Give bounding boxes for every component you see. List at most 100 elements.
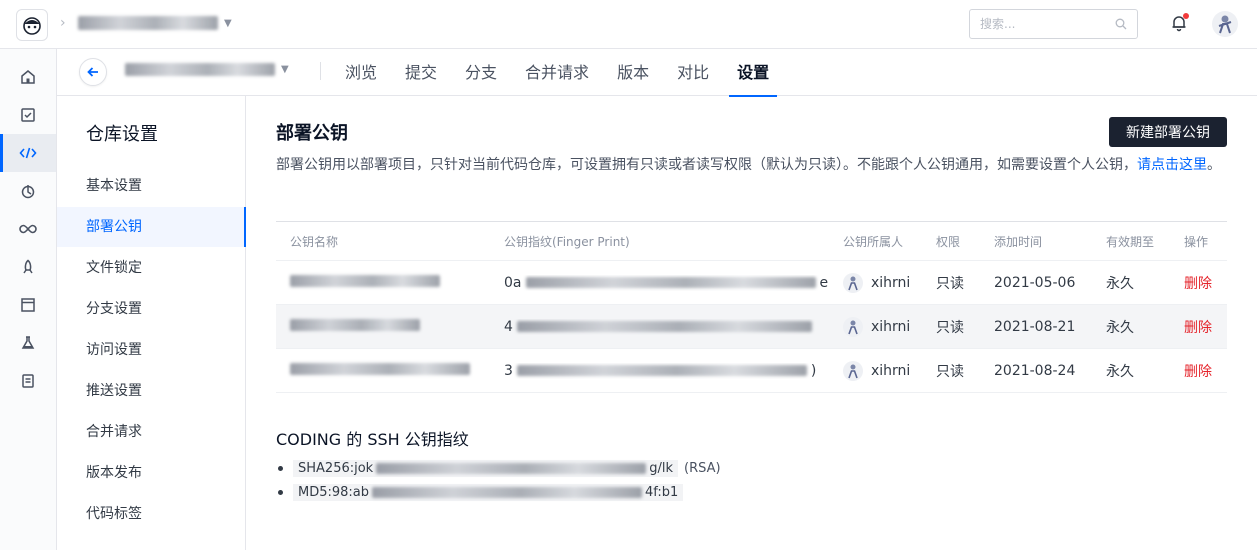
col-header-added: 添加时间	[994, 234, 1043, 249]
nav-tasks[interactable]	[0, 96, 56, 134]
sidebar-item-branch[interactable]: 分支设置	[57, 289, 245, 329]
sidebar-item-deploy-keys[interactable]: 部署公钥	[57, 207, 246, 247]
list-item: SHA256:jok g/lk (RSA)	[276, 456, 721, 480]
sha256-fingerprint: SHA256:jok g/lk	[293, 459, 678, 477]
tab-compare[interactable]: 对比	[669, 49, 717, 96]
sidebar-title: 仓库设置	[86, 124, 158, 145]
tab-commits[interactable]: 提交	[397, 49, 445, 96]
page-description: 部署公钥用以部署项目，只针对当前代码仓库，可设置拥有只读或者读写权限（默认为只读…	[276, 153, 1221, 177]
key-expires: 永久	[1106, 319, 1134, 336]
nav-wiki[interactable]	[0, 362, 56, 400]
sidebar-item-file-lock[interactable]: 文件锁定	[57, 248, 245, 288]
owner-avatar	[843, 272, 863, 293]
artifact-icon	[21, 298, 35, 312]
top-bar: › ▼	[0, 0, 1257, 49]
sidebar-item-release[interactable]: 版本发布	[57, 453, 245, 493]
key-permission: 只读	[936, 275, 964, 292]
key-owner: xihrni	[843, 360, 936, 381]
delete-link[interactable]: 删除	[1184, 364, 1212, 380]
sidebar-item-tags[interactable]: 代码标签	[57, 494, 245, 534]
owner-avatar	[843, 360, 863, 381]
arrow-left-icon	[87, 67, 98, 77]
notification-dot	[1183, 13, 1189, 19]
nav-code[interactable]	[0, 134, 56, 172]
sidebar-item-basic[interactable]: 基本设置	[57, 166, 245, 206]
deploy-keys-table: 公钥名称 公钥指纹(Finger Print) 公钥所属人 权限 添加时间 有效…	[276, 221, 1227, 393]
ssh-fingerprint-list: SHA256:jok g/lk (RSA) MD5:98:ab 4f:b1	[276, 456, 721, 504]
nav-deploy[interactable]	[0, 248, 56, 286]
sidebar-item-push[interactable]: 推送设置	[57, 371, 245, 411]
bullet	[278, 465, 283, 471]
notification-bell[interactable]	[1170, 13, 1189, 36]
delete-link[interactable]: 删除	[1184, 276, 1212, 292]
nav-home[interactable]	[0, 58, 56, 96]
tab-merge-requests[interactable]: 合并请求	[517, 49, 597, 96]
sidebar-item-access[interactable]: 访问设置	[57, 330, 245, 370]
delete-link[interactable]: 删除	[1184, 320, 1212, 336]
key-name	[276, 362, 504, 379]
main-content: 部署公钥 新建部署公钥 部署公钥用以部署项目，只针对当前代码仓库，可设置拥有只读…	[246, 96, 1257, 550]
repo-switcher[interactable]: ▼	[125, 63, 289, 76]
test-icon	[21, 336, 35, 349]
pipeline-icon	[21, 185, 35, 199]
col-header-owner: 公钥所属人	[843, 234, 904, 249]
table-row: 3) xihrni 只读 2021-08-24 永久 删除	[276, 349, 1227, 393]
fingerprint-redacted	[516, 365, 807, 376]
nav-pipeline[interactable]	[0, 172, 56, 210]
personal-key-link[interactable]: 请点击这里	[1137, 157, 1207, 173]
deploy-icon	[23, 259, 33, 274]
key-fingerprint: 4	[504, 319, 843, 335]
key-name-redacted	[290, 318, 420, 331]
table-header: 公钥名称 公钥指纹(Finger Print) 公钥所属人 权限 添加时间 有效…	[276, 222, 1227, 261]
fingerprint-redacted	[525, 277, 816, 288]
wiki-icon	[22, 374, 34, 388]
col-header-name: 公钥名称	[290, 234, 339, 249]
ssh-fingerprint-title: CODING 的 SSH 公钥指纹	[276, 430, 469, 449]
project-switcher[interactable]: ▼	[78, 13, 232, 33]
infinity-icon	[19, 224, 37, 234]
repo-tabs: 浏览 提交 分支 合并请求 版本 对比 设置	[337, 49, 789, 97]
user-avatar[interactable]	[1212, 11, 1238, 37]
divider	[320, 62, 321, 80]
description-text: 部署公钥用以部署项目，只针对当前代码仓库，可设置拥有只读或者读写权限（默认为只读…	[276, 157, 1137, 173]
fingerprint-redacted	[516, 321, 812, 332]
key-fingerprint: 0a e	[504, 274, 829, 291]
new-deploy-key-button[interactable]: 新建部署公钥	[1109, 117, 1227, 147]
project-name-redacted	[78, 16, 218, 30]
key-type-note: (RSA)	[684, 460, 721, 476]
search-input[interactable]	[980, 17, 1100, 31]
key-owner: xihrni	[843, 316, 936, 337]
table-row: 0a e xihrni 只读 2021-05-06 永久 删除	[276, 261, 1227, 305]
md5-fingerprint: MD5:98:ab 4f:b1	[293, 483, 684, 501]
list-item: MD5:98:ab 4f:b1	[276, 480, 721, 504]
nav-devops[interactable]	[0, 210, 56, 248]
key-name-redacted	[290, 362, 470, 375]
back-button[interactable]	[79, 58, 107, 86]
key-expires: 永久	[1106, 363, 1134, 380]
repo-header: ▼ 浏览 提交 分支 合并请求 版本 对比 设置	[57, 49, 1257, 97]
col-header-permission: 权限	[936, 234, 961, 249]
bullet	[278, 489, 283, 495]
search-box[interactable]	[969, 9, 1138, 39]
nav-artifacts[interactable]	[0, 286, 56, 324]
col-header-action: 操作	[1184, 234, 1209, 249]
owner-avatar	[843, 316, 863, 337]
tab-branches[interactable]: 分支	[457, 49, 505, 96]
nav-testing[interactable]	[0, 324, 56, 362]
key-permission: 只读	[936, 319, 964, 336]
key-added-date: 2021-08-21	[994, 318, 1076, 335]
key-fingerprint: 3)	[504, 362, 817, 379]
key-name	[276, 274, 504, 291]
sidebar-item-merge-request[interactable]: 合并请求	[57, 412, 245, 452]
col-header-fingerprint: 公钥指纹(Finger Print)	[504, 234, 630, 249]
description-end: 。	[1207, 157, 1221, 173]
col-header-expires: 有效期至	[1106, 234, 1155, 249]
page-title: 部署公钥	[276, 123, 348, 144]
repo-name-redacted	[125, 63, 275, 76]
tab-releases[interactable]: 版本	[609, 49, 657, 96]
settings-sidebar: 仓库设置 基本设置 部署公钥 文件锁定 分支设置 访问设置 推送设置 合并请求 …	[57, 96, 246, 550]
key-name-redacted	[290, 274, 440, 287]
tab-settings[interactable]: 设置	[729, 49, 778, 97]
coding-logo-icon[interactable]	[16, 9, 48, 41]
tab-browse[interactable]: 浏览	[337, 49, 385, 96]
